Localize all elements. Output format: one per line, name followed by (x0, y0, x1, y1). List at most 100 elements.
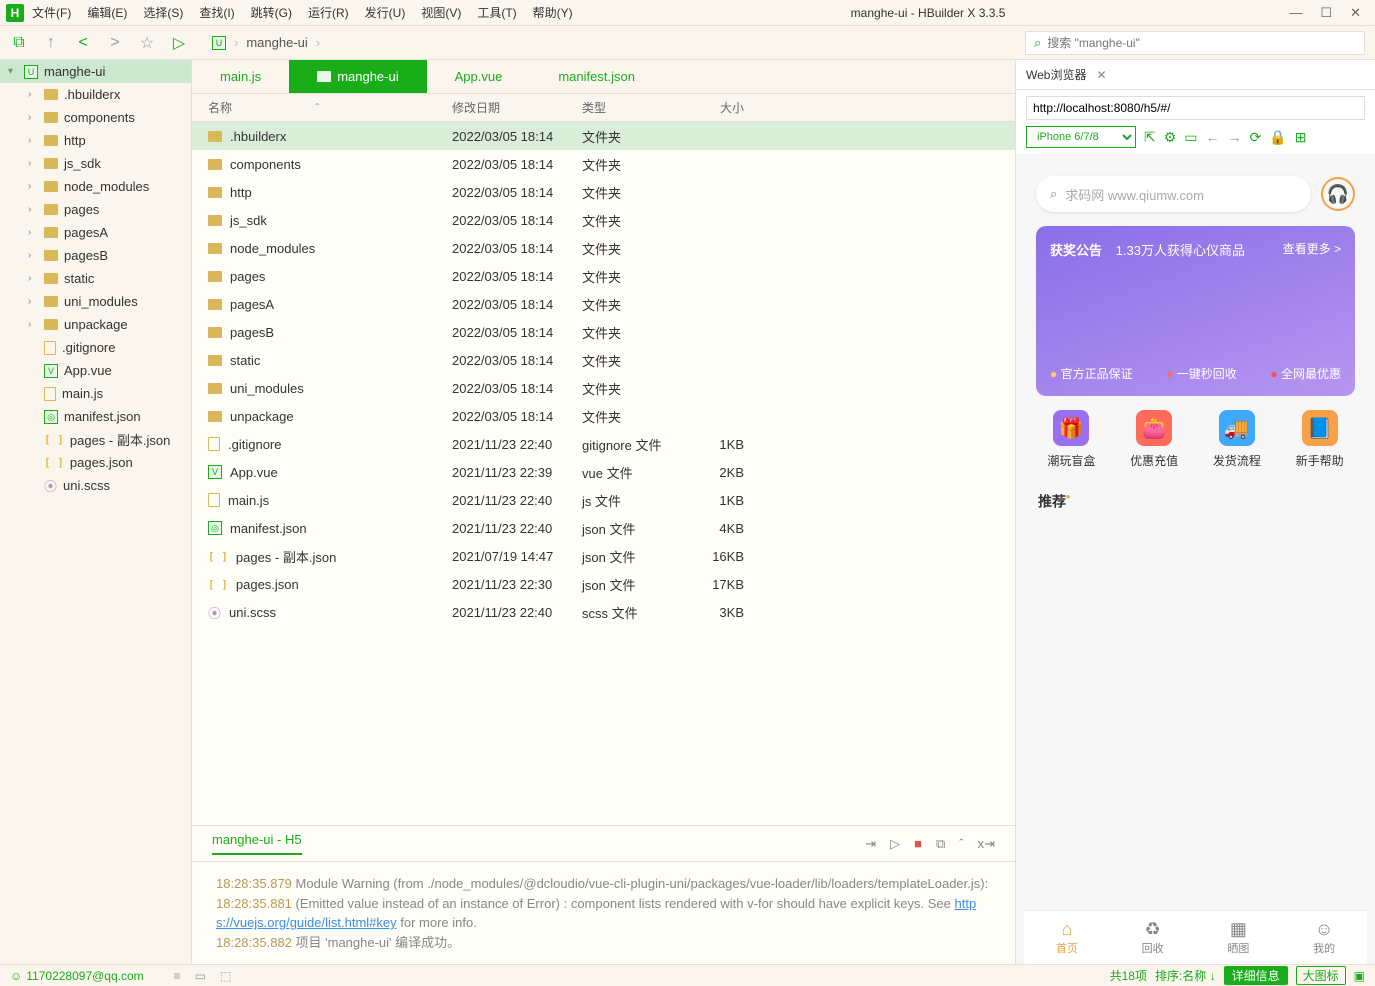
tabbar-item[interactable]: ▦晒图 (1196, 911, 1282, 964)
tree-item[interactable]: ›static (0, 267, 191, 290)
file-row[interactable]: .hbuilderx2022/03/05 18:14文件夹 (192, 122, 1015, 150)
tree-item[interactable]: ⦿uni.scss (0, 474, 191, 497)
tree-root[interactable]: ▾ U manghe-ui (0, 60, 191, 83)
device-select[interactable]: iPhone 6/7/8 (1026, 126, 1136, 148)
menu-item[interactable]: 选择(S) (135, 4, 191, 21)
console-expand-icon[interactable]: ˆ (959, 836, 963, 852)
tree-item[interactable]: ›uni_modules (0, 290, 191, 313)
preview-back-icon[interactable]: ← (1206, 129, 1220, 145)
devtools-icon[interactable]: ⚙ (1164, 129, 1177, 146)
menu-item[interactable]: 帮助(Y) (525, 4, 581, 21)
editor-tab[interactable]: main.js (192, 60, 289, 93)
tree-item[interactable]: ›http (0, 129, 191, 152)
console-action-icon[interactable]: ⇥ (865, 836, 876, 852)
tree-item[interactable]: .gitignore (0, 336, 191, 359)
minimize-icon[interactable]: — (1289, 5, 1302, 21)
nav-up-icon[interactable]: ↑ (42, 34, 60, 52)
grid-cell[interactable]: 🚚发货流程 (1213, 410, 1261, 469)
grid-cell[interactable]: 📘新手帮助 (1296, 410, 1344, 469)
detail-view-button[interactable]: 详细信息 (1224, 966, 1288, 985)
tree-item[interactable]: ›unpackage (0, 313, 191, 336)
open-external-icon[interactable]: ⇱ (1144, 129, 1156, 146)
contacts-icon[interactable]: ☺ (10, 969, 22, 983)
menu-item[interactable]: 运行(R) (300, 4, 357, 21)
maximize-icon[interactable]: ☐ (1320, 5, 1332, 21)
sb-icon[interactable]: ⬚ (220, 969, 231, 983)
menu-item[interactable]: 文件(F) (24, 4, 79, 21)
qr-icon[interactable]: ⊞ (1295, 129, 1307, 146)
breadcrumb[interactable]: U › manghe-ui › (212, 35, 320, 50)
refresh-icon[interactable]: ⟳ (1250, 129, 1262, 146)
sb-icon[interactable]: ▭ (195, 969, 206, 983)
tree-item[interactable]: main.js (0, 382, 191, 405)
grid-cell[interactable]: 🎁潮玩盲盒 (1047, 410, 1095, 469)
tree-item[interactable]: ›js_sdk (0, 152, 191, 175)
status-sort[interactable]: 排序:名称 ↓ (1155, 967, 1216, 984)
menu-item[interactable]: 编辑(E) (79, 4, 135, 21)
editor-tab[interactable]: manghe-ui (289, 60, 426, 93)
menu-item[interactable]: 工具(T) (469, 4, 524, 21)
editor-tab[interactable]: App.vue (427, 60, 531, 93)
large-icons-button[interactable]: 大图标 (1296, 966, 1346, 985)
preview-forward-icon[interactable]: → (1228, 129, 1242, 145)
console-tab[interactable]: manghe-ui - H5 (212, 832, 302, 855)
sb-icon[interactable]: ≡ (174, 969, 181, 983)
file-row[interactable]: unpackage2022/03/05 18:14文件夹 (192, 402, 1015, 430)
customer-service-icon[interactable]: 🎧 (1321, 177, 1355, 211)
tree-item[interactable]: ›.hbuilderx (0, 83, 191, 106)
file-row[interactable]: [ ]pages - 副本.json2021/07/19 14:47json 文… (192, 542, 1015, 570)
menu-item[interactable]: 视图(V) (413, 4, 469, 21)
tree-item[interactable]: [ ]pages.json (0, 451, 191, 474)
lock-icon[interactable]: 🔒 (1269, 129, 1286, 146)
contacts-link[interactable]: 1170228097@qq.com (26, 969, 143, 983)
tree-item[interactable]: [ ]pages - 副本.json (0, 428, 191, 451)
project-tree[interactable]: ▾ U manghe-ui ›.hbuilderx›components›htt… (0, 60, 192, 964)
rotate-icon[interactable]: ▭ (1184, 129, 1197, 146)
run-icon[interactable]: ▷ (170, 34, 188, 52)
file-row[interactable]: .gitignore2021/11/23 22:40gitignore 文件1K… (192, 430, 1015, 458)
console-close-icon[interactable]: x⇥ (978, 836, 995, 852)
file-row[interactable]: main.js2021/11/23 22:40js 文件1KB (192, 486, 1015, 514)
nav-back-icon[interactable]: < (74, 34, 92, 52)
tree-item[interactable]: ›node_modules (0, 175, 191, 198)
file-row[interactable]: pages2022/03/05 18:14文件夹 (192, 262, 1015, 290)
file-row[interactable]: VApp.vue2021/11/23 22:39vue 文件2KB (192, 458, 1015, 486)
file-row[interactable]: js_sdk2022/03/05 18:14文件夹 (192, 206, 1015, 234)
file-row[interactable]: ◎manifest.json2021/11/23 22:40json 文件4KB (192, 514, 1015, 542)
preview-url-input[interactable] (1026, 96, 1365, 120)
tree-item[interactable]: ›components (0, 106, 191, 129)
menu-item[interactable]: 跳转(G) (243, 4, 300, 21)
tree-item[interactable]: ›pages (0, 198, 191, 221)
file-row[interactable]: components2022/03/05 18:14文件夹 (192, 150, 1015, 178)
close-icon[interactable]: ✕ (1350, 5, 1361, 21)
file-row[interactable]: [ ]pages.json2021/11/23 22:30json 文件17KB (192, 570, 1015, 598)
console-open-icon[interactable]: ⧉ (936, 836, 945, 852)
menu-item[interactable]: 发行(U) (357, 4, 414, 21)
file-row[interactable]: pagesA2022/03/05 18:14文件夹 (192, 290, 1015, 318)
file-row[interactable]: pagesB2022/03/05 18:14文件夹 (192, 318, 1015, 346)
app-search-bar[interactable]: ⌕ 求码网 www.qiumw.com (1036, 176, 1311, 212)
file-row[interactable]: node_modules2022/03/05 18:14文件夹 (192, 234, 1015, 262)
console-play-icon[interactable]: ▷ (890, 836, 900, 852)
tabbar-item[interactable]: ☺我的 (1281, 911, 1367, 964)
console-stop-icon[interactable]: ■ (914, 836, 922, 852)
terminal-icon[interactable]: ▣ (1354, 969, 1365, 983)
tabbar-item[interactable]: ♻回收 (1110, 911, 1196, 964)
banner[interactable]: 获奖公告 1.33万人获得心仪商品 查看更多 > 官方正品保证一键秒回收全网最优… (1036, 226, 1355, 396)
tabbar-item[interactable]: ⌂首页 (1024, 911, 1110, 964)
menu-item[interactable]: 查找(I) (191, 4, 242, 21)
editor-tab[interactable]: manifest.json (530, 60, 663, 93)
grid-cell[interactable]: 👛优惠充值 (1130, 410, 1178, 469)
file-row[interactable]: ⦿uni.scss2021/11/23 22:40scss 文件3KB (192, 598, 1015, 626)
file-row[interactable]: http2022/03/05 18:14文件夹 (192, 178, 1015, 206)
tree-item[interactable]: VApp.vue (0, 359, 191, 382)
star-icon[interactable]: ☆ (138, 34, 156, 52)
nav-forward-icon[interactable]: > (106, 34, 124, 52)
preview-close-icon[interactable]: ✕ (1096, 68, 1106, 82)
search-box[interactable]: ⌕ (1025, 31, 1365, 55)
file-row[interactable]: uni_modules2022/03/05 18:14文件夹 (192, 374, 1015, 402)
file-row[interactable]: static2022/03/05 18:14文件夹 (192, 346, 1015, 374)
tree-item[interactable]: ›pagesB (0, 244, 191, 267)
new-file-icon[interactable]: ⧉ (10, 34, 28, 52)
tree-item[interactable]: ›pagesA (0, 221, 191, 244)
